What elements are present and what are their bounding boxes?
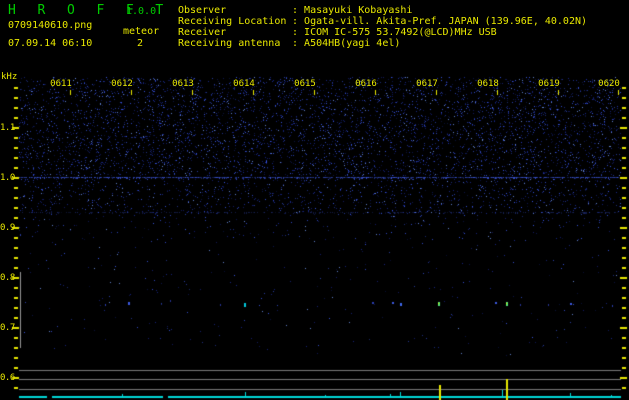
echo-count: 2: [137, 38, 143, 49]
freq-label-0.9: 0.9: [0, 223, 14, 233]
station-info-block: Observer: Masayuki Kobayashi Receiving L…: [178, 5, 587, 49]
freq-label-0.6: 0.6: [0, 373, 14, 383]
time-label-0613: 0613: [168, 79, 198, 89]
separator: :: [292, 27, 304, 38]
separator: :: [292, 38, 304, 49]
separator: :: [292, 5, 304, 16]
time-label-0619: 0619: [534, 79, 564, 89]
info-row-location: Receiving Location: Ogata-vill. Akita-Pr…: [178, 16, 587, 27]
time-label-0616: 0616: [351, 79, 381, 89]
time-label-0614: 0614: [229, 79, 259, 89]
info-row-antenna: Receiving antenna: A504HB(yagi 4el): [178, 38, 587, 49]
freq-label-1.0: 1.0: [0, 173, 14, 183]
freq-axis-unit: kHz: [1, 72, 17, 82]
time-label-0611: 0611: [46, 79, 76, 89]
info-value: ICOM IC-575 53.7492(@LCD)MHz USB: [304, 27, 497, 38]
freq-label-1.1: 1.1: [0, 123, 14, 133]
info-value: Ogata-vill. Akita-Pref. JAPAN (139.96E, …: [304, 16, 587, 27]
hrofft-window: H R O F F T 1.0.0 0709140610.png meteor …: [0, 0, 629, 400]
time-label-0612: 0612: [107, 79, 137, 89]
info-label: Receiver: [178, 27, 292, 38]
time-label-0615: 0615: [290, 79, 320, 89]
freq-label-0.8: 0.8: [0, 273, 14, 283]
app-version: 1.0.0: [126, 6, 156, 17]
time-label-0620: 0620: [594, 79, 624, 89]
info-label: Receiving antenna: [178, 38, 292, 49]
output-filename: 0709140610.png: [8, 20, 92, 31]
datetime-label: 07.09.14 06:10: [8, 38, 92, 49]
info-value: Masayuki Kobayashi: [304, 5, 412, 16]
info-label: Receiving Location: [178, 16, 292, 27]
freq-label-0.7: 0.7: [0, 323, 14, 333]
time-label-0618: 0618: [473, 79, 503, 89]
info-label: Observer: [178, 5, 292, 16]
separator: :: [292, 16, 304, 27]
time-label-0617: 0617: [412, 79, 442, 89]
spectrogram-canvas: [0, 0, 629, 400]
info-row-observer: Observer: Masayuki Kobayashi: [178, 5, 587, 16]
info-value: A504HB(yagi 4el): [304, 38, 400, 49]
mode-label: meteor: [123, 26, 159, 37]
info-row-receiver: Receiver: ICOM IC-575 53.7492(@LCD)MHz U…: [178, 27, 587, 38]
